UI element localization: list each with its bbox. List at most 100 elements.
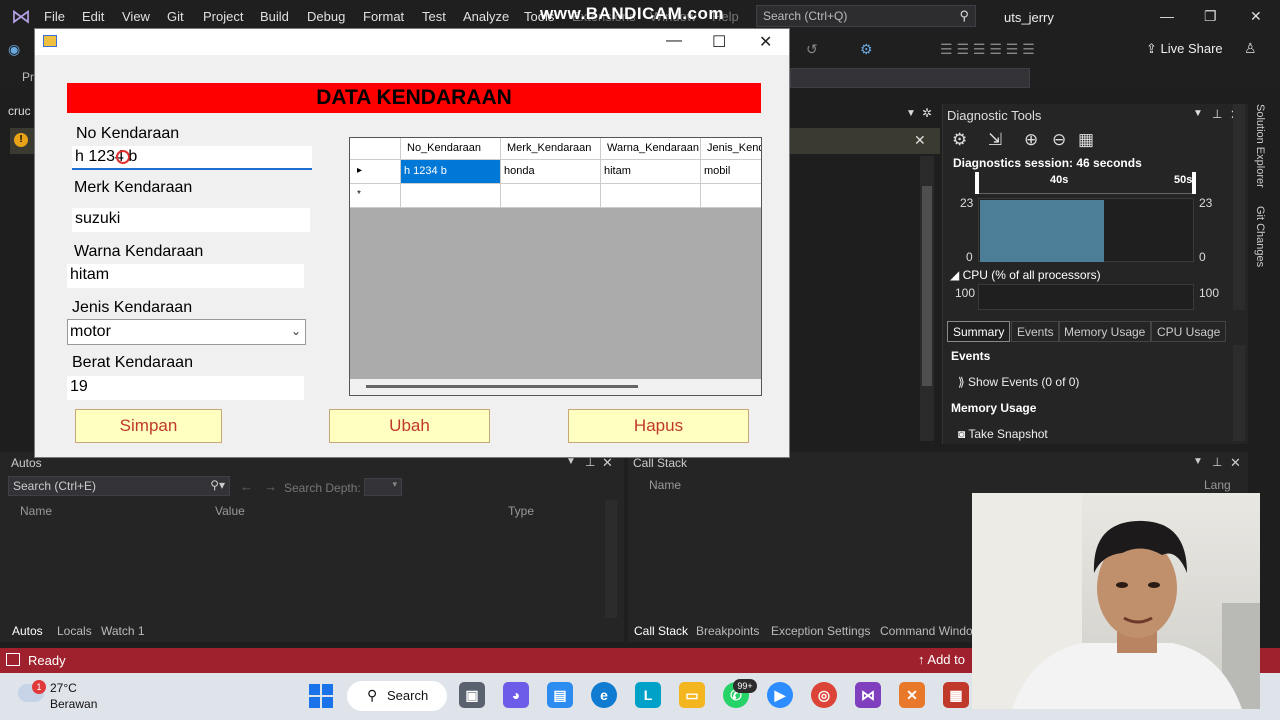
live-share-button[interactable]: ⇪ Live Share <box>1146 41 1223 57</box>
close-icon[interactable]: ✕ <box>1250 8 1262 25</box>
tab-call-stack[interactable]: Call Stack <box>634 624 688 638</box>
editor-scrollbar-thumb[interactable] <box>922 186 932 386</box>
menu-project[interactable]: Project <box>203 9 243 24</box>
callstack-pin-icon[interactable]: ⊥ <box>1212 455 1222 469</box>
store-icon[interactable]: ▤ <box>547 682 573 708</box>
tab-command-window[interactable]: Command Windo <box>880 624 973 638</box>
callstack-col-name[interactable]: Name <box>649 478 681 492</box>
grid-col-no-kendaraan[interactable]: No_Kendaraan <box>401 138 501 160</box>
winforms-app-icon[interactable]: ▦ <box>943 682 969 708</box>
info-bar-close-icon[interactable]: ✕ <box>914 132 926 149</box>
ubah-button[interactable]: Ubah <box>329 409 490 443</box>
tab-cpu-usage[interactable]: CPU Usage <box>1151 321 1227 342</box>
tab-autos[interactable]: Autos <box>12 624 43 638</box>
menu-analyze[interactable]: Analyze <box>463 9 509 24</box>
grid-new-cell[interactable] <box>701 184 761 208</box>
tab-events[interactable]: Events <box>1011 321 1060 342</box>
grid-scrollbar-thumb[interactable] <box>366 385 638 388</box>
toolbar-dropdown-label[interactable]: Pr <box>22 70 34 84</box>
weather-temperature[interactable]: 27°C <box>50 681 77 695</box>
timeline-end-handle[interactable] <box>1192 172 1196 194</box>
editor-dropdown-icon[interactable]: ▼ <box>906 108 916 119</box>
merk-kendaraan-input[interactable]: suzuki <box>72 208 310 232</box>
grid-new-cell[interactable] <box>401 184 501 208</box>
dialog-maximize-icon[interactable]: ☐ <box>712 32 726 52</box>
grid-col-merk-kendaraan[interactable]: Merk_Kendaraan <box>501 138 601 160</box>
grid-col-warna-kendaraan[interactable]: Warna_Kendaraan <box>601 138 701 160</box>
grid-cell[interactable]: honda <box>501 160 601 184</box>
zoom-icon[interactable]: ▶ <box>767 682 793 708</box>
git-changes-tab[interactable]: Git Changes <box>1254 206 1266 267</box>
panel-dropdown-icon[interactable]: ▼ <box>1193 108 1203 119</box>
search-depth-select[interactable]: ▾ <box>364 478 402 496</box>
jenis-kendaraan-select[interactable]: motor ⌄ <box>67 319 306 345</box>
menu-edit[interactable]: Edit <box>82 9 104 24</box>
solution-explorer-tab[interactable]: Solution Explorer <box>1254 104 1266 188</box>
dialog-minimize-icon[interactable]: — <box>666 32 682 50</box>
debug-tool-icon[interactable]: ⚙ <box>860 41 873 58</box>
xampp-icon[interactable]: ✕ <box>899 682 925 708</box>
simpan-button[interactable]: Simpan <box>75 409 222 443</box>
align-icon[interactable]: ☰ ☰ ☰ ☰ ☰ ☰ <box>940 41 1035 58</box>
chrome-icon[interactable]: ◎ <box>811 682 837 708</box>
edge-icon[interactable]: e <box>591 682 617 708</box>
restore-icon[interactable]: ❐ <box>1204 8 1217 25</box>
grid-row-header-new[interactable]: * <box>350 184 401 208</box>
back-navigate-icon[interactable]: ◉ <box>8 41 20 58</box>
weather-description[interactable]: Berawan <box>50 697 97 711</box>
timeline-ruler[interactable] <box>976 172 1196 194</box>
dialog-close-icon[interactable]: ✕ <box>759 32 772 52</box>
grid-row-header-current[interactable]: ▸ <box>350 160 401 184</box>
menu-view[interactable]: View <box>122 9 150 24</box>
vs-search-box[interactable]: Search (Ctrl+Q) ⚲ <box>756 5 976 27</box>
cpu-header[interactable]: ◢ CPU (% of all processors) <box>950 268 1101 282</box>
menu-git[interactable]: Git <box>167 9 184 24</box>
menu-file[interactable]: File <box>44 9 65 24</box>
no-kendaraan-input[interactable]: h 1234 b <box>72 146 312 170</box>
berat-kendaraan-input[interactable]: 19 <box>67 376 304 400</box>
nav-back-icon[interactable]: ← <box>240 479 253 494</box>
pin-icon[interactable]: ⊥ <box>1212 107 1222 121</box>
output-icon[interactable] <box>6 653 20 666</box>
member-dropdown[interactable] <box>790 68 1030 88</box>
editor-settings-icon[interactable]: ✲ <box>922 106 932 120</box>
show-events-link[interactable]: ⟫ Show Events (0 of 0) <box>958 375 1079 389</box>
undo-icon[interactable]: ↺ <box>806 41 818 58</box>
warna-kendaraan-input[interactable]: hitam <box>67 264 304 288</box>
autos-scrollbar[interactable] <box>605 500 617 618</box>
start-windows-icon[interactable] <box>309 684 333 708</box>
add-to-source-control[interactable]: ↑ Add to <box>918 652 965 667</box>
export-icon[interactable]: ⇲ <box>988 130 1002 150</box>
grid-new-cell[interactable] <box>501 184 601 208</box>
tab-memory-usage[interactable]: Memory Usage <box>1058 321 1152 342</box>
settings-gear-icon[interactable]: ⚙ <box>952 130 967 150</box>
menu-test[interactable]: Test <box>422 9 446 24</box>
grid-new-cell[interactable] <box>601 184 701 208</box>
diag-scrollbar[interactable] <box>1233 104 1245 310</box>
autos-col-value[interactable]: Value <box>215 504 245 518</box>
callstack-dropdown-icon[interactable]: ▼ <box>1193 456 1203 467</box>
editor-tab[interactable]: cruc <box>8 104 31 118</box>
hapus-button[interactable]: Hapus <box>568 409 749 443</box>
file-explorer-icon[interactable]: ▭ <box>679 682 705 708</box>
grid-cell[interactable]: h 1234 b <box>401 160 501 184</box>
tab-exception-settings[interactable]: Exception Settings <box>771 624 870 638</box>
feedback-icon[interactable]: ♙ <box>1244 40 1257 57</box>
diag-summary-scrollbar[interactable] <box>1233 345 1245 441</box>
grid-cell[interactable]: mobil <box>701 160 761 184</box>
grid-cell[interactable]: hitam <box>601 160 701 184</box>
zoom-in-icon[interactable]: ⊕ <box>1024 130 1038 150</box>
taskbar-search[interactable]: ⚲ Search <box>347 681 447 711</box>
timeline-start-handle[interactable] <box>975 172 979 194</box>
take-snapshot-button[interactable]: ◙ Take Snapshot <box>958 427 1048 441</box>
nav-forward-icon[interactable]: → <box>264 479 277 494</box>
autos-col-type[interactable]: Type <box>508 504 534 518</box>
callstack-col-lang[interactable]: Lang <box>1204 478 1231 492</box>
zoom-out-icon[interactable]: ⊖ <box>1052 130 1066 150</box>
app-l-icon[interactable]: L <box>635 682 661 708</box>
minimize-icon[interactable]: — <box>1160 8 1174 24</box>
grid-corner-header[interactable] <box>350 138 401 160</box>
menu-debug[interactable]: Debug <box>307 9 345 24</box>
menu-format[interactable]: Format <box>363 9 404 24</box>
tab-breakpoints[interactable]: Breakpoints <box>696 624 759 638</box>
